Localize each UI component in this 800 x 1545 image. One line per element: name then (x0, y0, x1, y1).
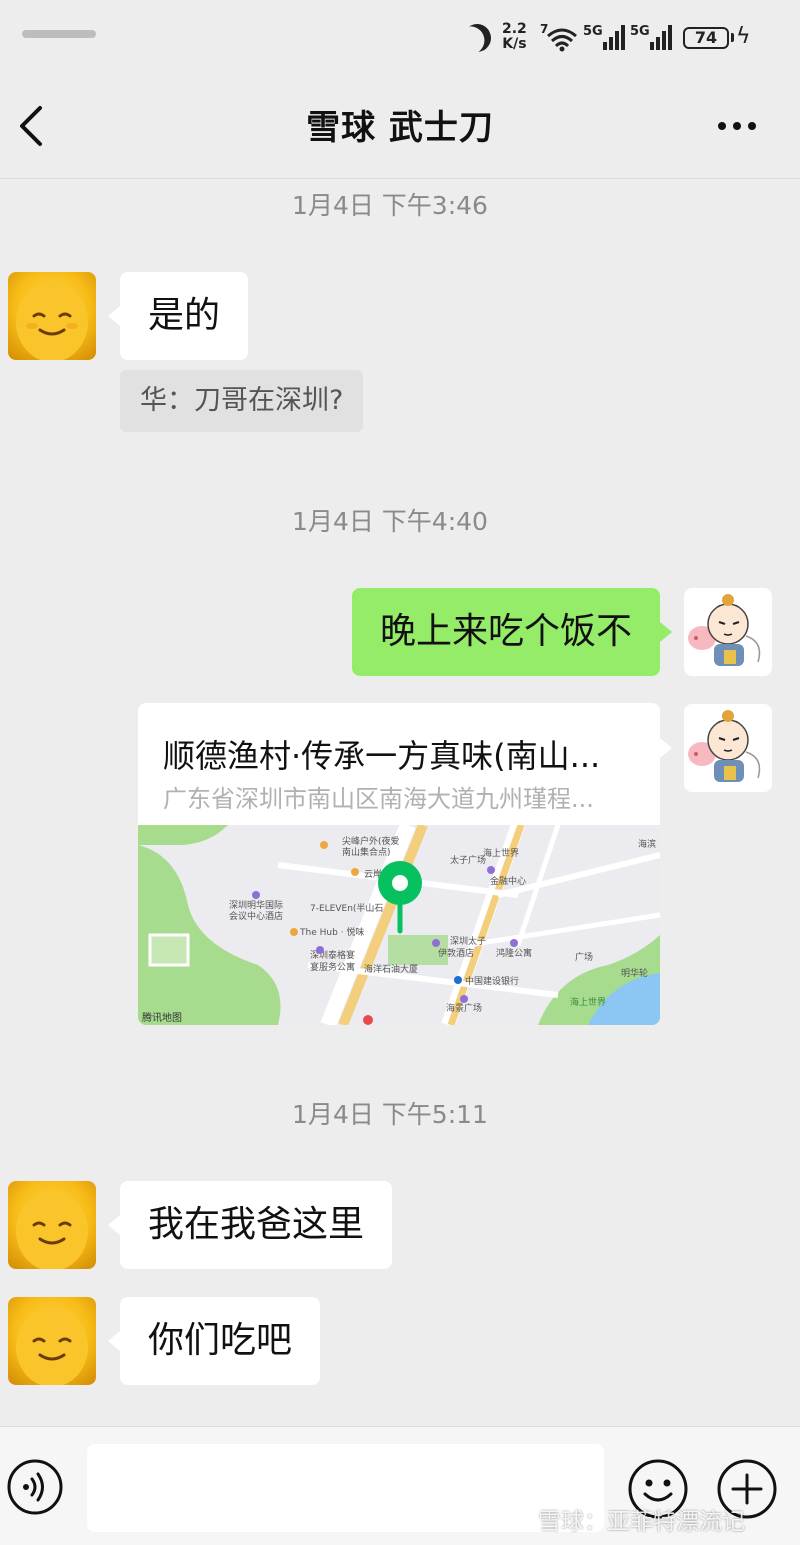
map-poi: 太子广场 (450, 854, 486, 866)
signal-icon-sim1: 5G (583, 24, 625, 50)
signal-icon-sim2: 5G (630, 24, 672, 50)
map-poi: 明华轮 (621, 967, 648, 979)
notification-pill (22, 30, 96, 38)
bubble-tail (108, 1215, 120, 1235)
map-poi: 海上世界 (570, 996, 606, 1008)
map-poi: 海景广场 (446, 1002, 482, 1014)
charging-bolt-icon: ϟ (736, 24, 751, 49)
map-provider: 腾讯地图 (142, 1011, 182, 1024)
cartoon-avatar (688, 710, 761, 782)
network-speed: 2.2 K/s (502, 22, 527, 52)
map-poi: 中国建设银行 (465, 975, 519, 987)
bubble-tail (108, 1331, 120, 1351)
sim2-label: 5G (630, 24, 650, 39)
message-bubble[interactable]: 是的 (120, 272, 249, 360)
message-bubble[interactable]: 你们吃吧 (120, 1297, 321, 1385)
voice-button[interactable] (6, 1458, 64, 1516)
more-button[interactable] (712, 108, 762, 144)
avatar[interactable] (8, 1181, 96, 1269)
map-poi: 海滨 (638, 838, 656, 850)
avatar[interactable] (8, 272, 96, 360)
status-bar: 2.2 K/s 7 5G 5G 74 ϟ (0, 0, 800, 70)
cartoon-avatar (688, 594, 761, 666)
map-poi: 7-ELEVEn(半山石 (310, 902, 383, 914)
my-avatar[interactable] (684, 588, 772, 676)
map-poi: 广场 (575, 951, 593, 963)
bubble-tail (108, 306, 120, 326)
contact-avatar-face (16, 1307, 88, 1385)
timestamp: 1月4日 下午4:40 (292, 507, 488, 536)
map-poi: 南山集合点) (342, 846, 391, 858)
timestamp: 1月4日 下午3:46 (292, 191, 488, 220)
battery-indicator: 74 (683, 27, 729, 49)
message-bubble[interactable]: 晚上来吃个饭不 (351, 588, 660, 676)
chat-title: 雪球 武士刀 (306, 108, 494, 148)
location-name: 顺德渔村·传承一方真味(南山... (163, 737, 601, 775)
bubble-tail (660, 622, 672, 642)
map-poi: 深圳太子 (450, 935, 486, 947)
map-poi: 鸿隆公寓 (496, 947, 532, 959)
sim1-label: 5G (583, 24, 603, 39)
message-bubble[interactable]: 我在我爸这里 (120, 1181, 393, 1269)
more-dots-icon (718, 122, 756, 130)
message-input[interactable] (87, 1444, 604, 1532)
wifi-icon: 7 (540, 22, 577, 52)
network-speed-value: 2.2 (502, 21, 527, 37)
watermark: 雪球：亚菲特漂流记 (538, 1509, 745, 1535)
quoted-message[interactable]: 华：刀哥在深圳? (120, 370, 364, 432)
map-poi: 海上世界 (483, 847, 519, 859)
location-card[interactable]: 顺德渔村·传承一方真味(南山... 广东省深圳市南山区南海大道九州瑾程... 尖… (138, 703, 660, 1025)
map-poi: 金融中心 (490, 875, 526, 887)
bubble-tail (660, 738, 672, 758)
battery-tip (731, 33, 734, 42)
map-poi: 尖峰户外(夜爱 (342, 835, 400, 847)
location-address: 广东省深圳市南山区南海大道九州瑾程... (163, 785, 594, 813)
contact-avatar-face (16, 282, 88, 360)
map-poi: 宴服务公寓 (310, 961, 355, 973)
map-poi: 伊敦酒店 (438, 947, 474, 959)
wifi-badge: 7 (540, 22, 548, 36)
avatar[interactable] (8, 1297, 96, 1385)
map-poi: 深圳明华国际 (229, 899, 283, 911)
moon-icon (459, 20, 495, 56)
map-poi: The Hub · 悦味 (299, 926, 364, 938)
map-poi: 海洋石油大厦 (364, 963, 418, 975)
map-poi: 会议中心酒店 (229, 910, 283, 922)
my-avatar[interactable] (684, 704, 772, 792)
location-map[interactable]: 尖峰户外(夜爱 南山集合点) 云岸文 深圳明华国际 会议中心酒店 7-ELEVE… (138, 825, 660, 1025)
voice-icon (7, 1459, 63, 1515)
header-divider (0, 178, 800, 179)
contact-avatar-face (16, 1191, 88, 1269)
timestamp: 1月4日 下午5:11 (292, 1100, 488, 1129)
network-speed-unit: K/s (502, 36, 527, 52)
